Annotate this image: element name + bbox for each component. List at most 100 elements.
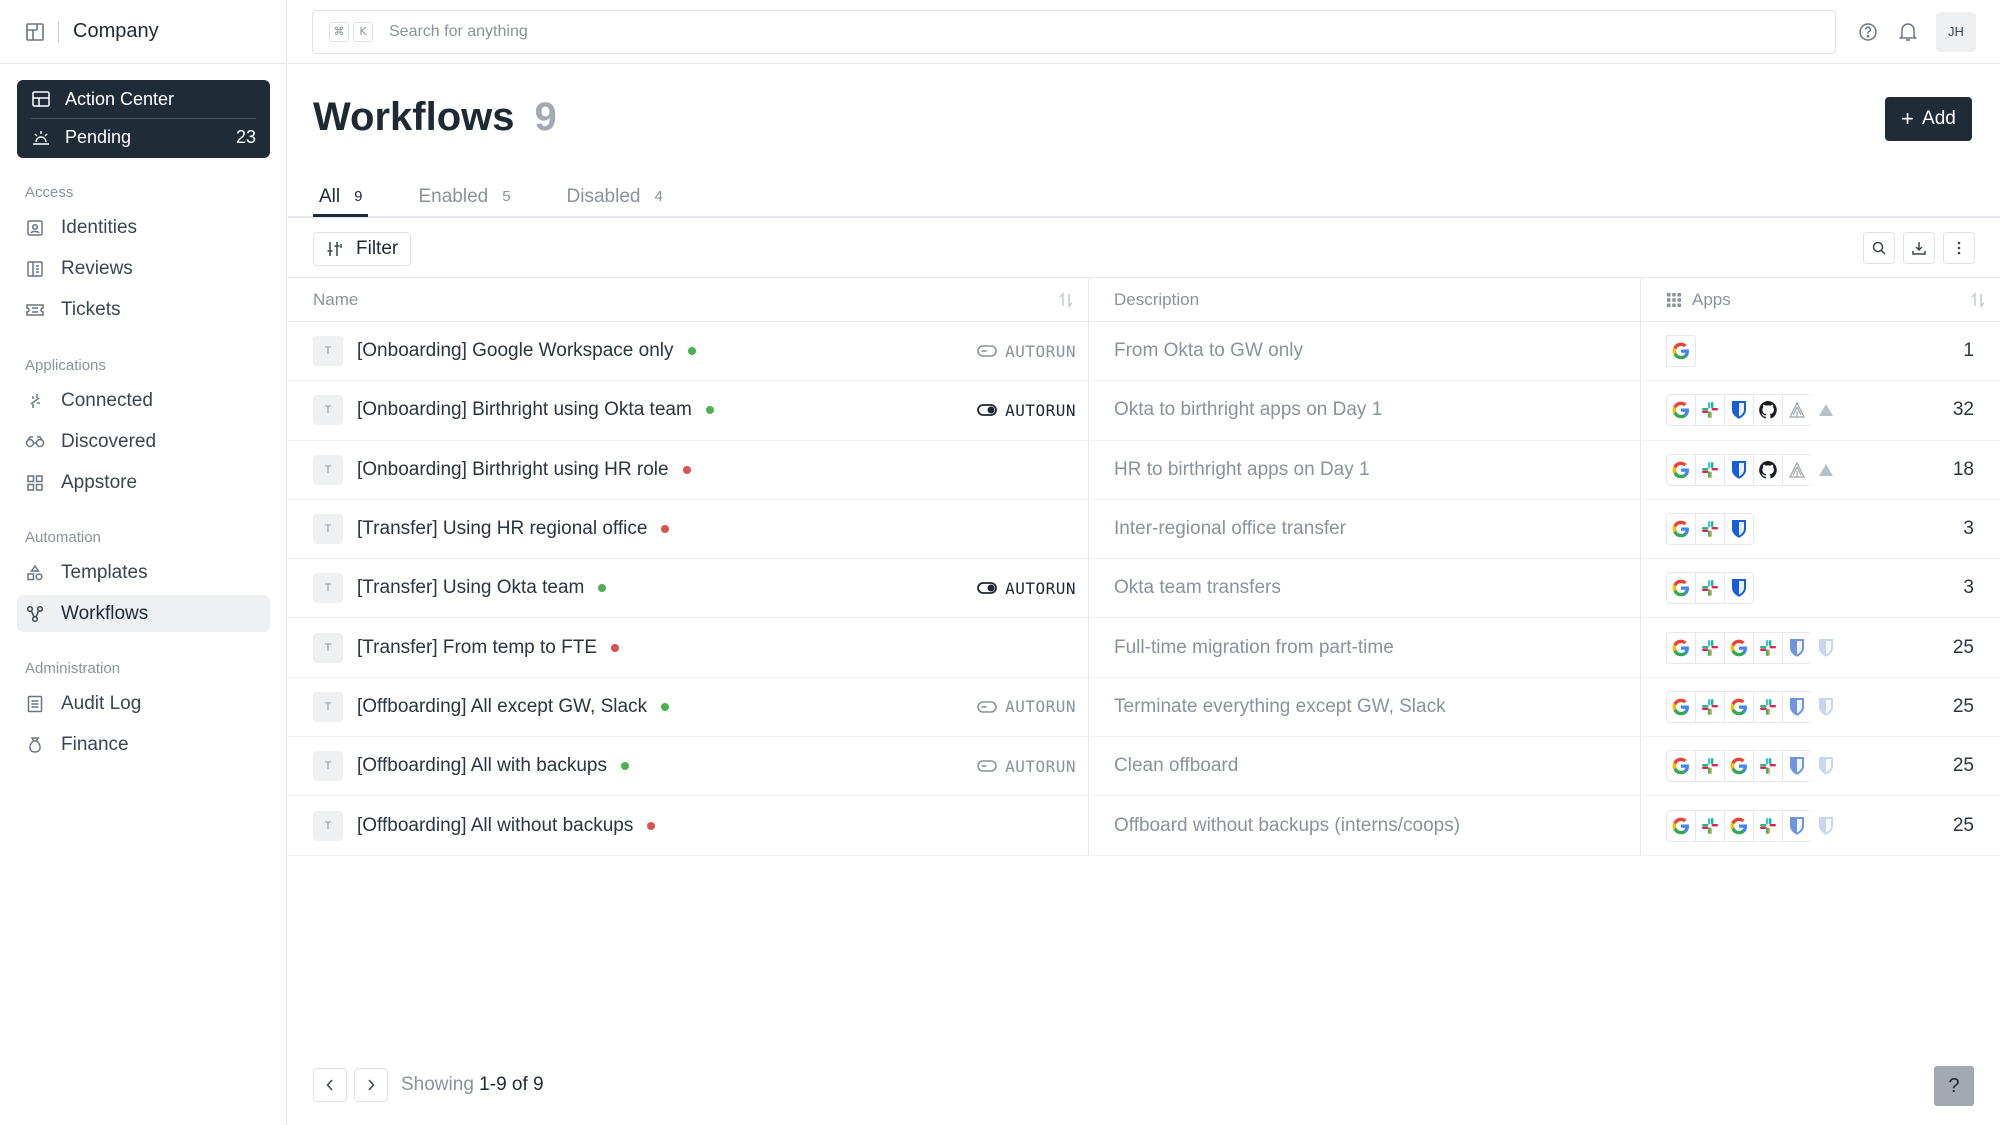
toggle-on-icon: [977, 404, 997, 417]
autorun-toggle[interactable]: AUTORUN: [977, 678, 1076, 736]
sidebar-item-reviews[interactable]: Reviews: [17, 250, 270, 287]
company-logo-icon: [24, 21, 46, 43]
autorun-toggle[interactable]: AUTORUN: [977, 559, 1076, 617]
app-icons: [1666, 809, 1841, 842]
cell-apps: 25: [1641, 618, 2000, 676]
autorun-toggle[interactable]: AUTORUN: [977, 381, 1076, 439]
apps-count: 1: [1963, 340, 1974, 362]
type-badge: T: [313, 336, 343, 367]
nav-heading: Administration: [25, 660, 121, 677]
inbox-icon: [31, 89, 51, 109]
table-row[interactable]: T [Offboarding] All without backups Offboa…: [288, 796, 2000, 856]
autorun-toggle[interactable]: AUTORUN: [977, 322, 1076, 380]
table-row[interactable]: T [Transfer] From temp to FTE Full-time mi…: [288, 618, 2000, 678]
tabs: All 9 Enabled 5 Disabled 4: [313, 177, 2000, 217]
slack-logo-icon: [1695, 631, 1725, 664]
table-row[interactable]: T [Onboarding] Birthright using HR role HR…: [288, 440, 2000, 500]
sidebar-item-audit-log[interactable]: Audit Log: [17, 685, 270, 722]
sidebar-item-tickets[interactable]: Tickets: [17, 291, 270, 328]
top-bar: ⌘ K Search for anything JH: [288, 0, 2000, 64]
sidebar-item-discovered[interactable]: Discovered: [17, 423, 270, 460]
workflow-name[interactable]: [Offboarding] All except GW, Slack: [357, 696, 647, 718]
search-icon[interactable]: [1863, 232, 1895, 264]
sidebar-item-appstore[interactable]: Appstore: [17, 464, 270, 501]
workflow-name[interactable]: [Transfer] Using Okta team: [357, 577, 584, 599]
column-label: Name: [313, 290, 359, 309]
filter-label: Filter: [356, 238, 399, 259]
pending-link[interactable]: Pending 23: [31, 118, 256, 156]
table-row[interactable]: T [Onboarding] Birthright using Okta team…: [288, 381, 2000, 441]
column-header-apps[interactable]: Apps: [1641, 279, 2000, 321]
help-button[interactable]: ?: [1934, 1066, 1974, 1106]
sidebar-item-label: Templates: [61, 561, 148, 583]
id-card-icon: [25, 218, 45, 238]
bitwarden-logo-icon: [1782, 631, 1812, 664]
sidebar-item-templates[interactable]: Templates: [17, 554, 270, 591]
workflow-name[interactable]: [Offboarding] All without backups: [357, 815, 633, 837]
table-row[interactable]: T [Onboarding] Google Workspace only AUTOR…: [288, 322, 2000, 382]
brand[interactable]: Company: [0, 0, 286, 64]
table-row[interactable]: T [Offboarding] All with backups AUTORUN Cl…: [288, 737, 2000, 797]
type-badge: T: [313, 573, 343, 604]
toggle-on-icon: [977, 582, 997, 595]
google-logo-icon: [1724, 750, 1754, 783]
prev-page-button[interactable]: [313, 1068, 347, 1102]
status-dot: [682, 465, 691, 474]
add-button[interactable]: + Add: [1885, 97, 1972, 141]
ticket-icon: [25, 300, 45, 320]
google-logo-icon: [1666, 809, 1696, 842]
cell-apps: 3: [1641, 559, 2000, 617]
table-row[interactable]: T [Offboarding] All except GW, Slack AUTOR…: [288, 677, 2000, 738]
sidebar-item-identities[interactable]: Identities: [17, 209, 270, 246]
bitwarden-logo-icon: [1724, 394, 1754, 427]
more-vertical-icon[interactable]: [1943, 232, 1975, 264]
workflow-name[interactable]: [Transfer] Using HR regional office: [357, 518, 647, 540]
tab-enabled[interactable]: Enabled 5: [412, 177, 516, 216]
nav-heading: Applications: [25, 357, 106, 374]
app-icons: [1666, 513, 1754, 546]
slack-logo-icon: [1753, 690, 1783, 723]
cell-apps: 25: [1641, 678, 2000, 736]
tab-count: 5: [502, 188, 511, 205]
slack-logo-icon: [1695, 809, 1725, 842]
tab-all[interactable]: All 9: [313, 177, 369, 217]
table-row[interactable]: T [Transfer] Using HR regional office Inte…: [288, 499, 2000, 560]
status-dot: [620, 762, 629, 771]
kbd-k-key: K: [353, 21, 373, 42]
sidebar-item-finance[interactable]: Finance: [17, 726, 270, 763]
workflow-name[interactable]: [Onboarding] Birthright using HR role: [357, 459, 669, 481]
tab-label: Disabled: [566, 185, 641, 207]
bell-icon[interactable]: [1888, 12, 1928, 52]
search-input[interactable]: ⌘ K Search for anything: [312, 9, 1836, 54]
next-page-button[interactable]: [354, 1068, 388, 1102]
type-badge: T: [313, 691, 343, 722]
column-label: Description: [1114, 290, 1200, 309]
column-header-name[interactable]: Name: [288, 279, 1089, 321]
search-placeholder: Search for anything: [389, 22, 528, 40]
cell-description: Clean offboard: [1089, 737, 1641, 796]
github-logo-icon: [1753, 394, 1783, 427]
autorun-toggle[interactable]: AUTORUN: [977, 737, 1076, 795]
table-row[interactable]: T [Transfer] Using Okta team AUTORUN Okta t…: [288, 559, 2000, 619]
workflow-name[interactable]: [Onboarding] Birthright using Okta team: [357, 399, 692, 421]
workflow-name[interactable]: [Onboarding] Google Workspace only: [357, 340, 674, 362]
workflow-name[interactable]: [Transfer] From temp to FTE: [357, 637, 597, 659]
action-center-link[interactable]: Action Center: [31, 80, 256, 118]
sidebar-item-connected[interactable]: Connected: [17, 382, 270, 419]
triangle-app-icon: [1811, 453, 1841, 486]
add-button-label: Add: [1922, 108, 1956, 129]
column-header-description[interactable]: Description: [1089, 279, 1641, 321]
avatar[interactable]: JH: [1936, 11, 1976, 52]
filter-button[interactable]: Filter: [313, 232, 412, 266]
cell-name: T [Transfer] Using Okta team AUTORUN: [288, 559, 1089, 618]
autorun-label: AUTORUN: [1005, 697, 1076, 717]
tab-disabled[interactable]: Disabled 4: [561, 177, 669, 216]
sort-icon[interactable]: [1970, 291, 1986, 314]
sort-icon[interactable]: [1058, 291, 1074, 314]
sidebar-item-workflows[interactable]: Workflows: [17, 595, 270, 632]
pending-count: 23: [235, 127, 256, 147]
workflow-name[interactable]: [Offboarding] All with backups: [357, 755, 607, 777]
tab-count: 4: [654, 188, 663, 205]
download-icon[interactable]: [1903, 232, 1935, 264]
help-circle-icon[interactable]: [1848, 12, 1888, 52]
